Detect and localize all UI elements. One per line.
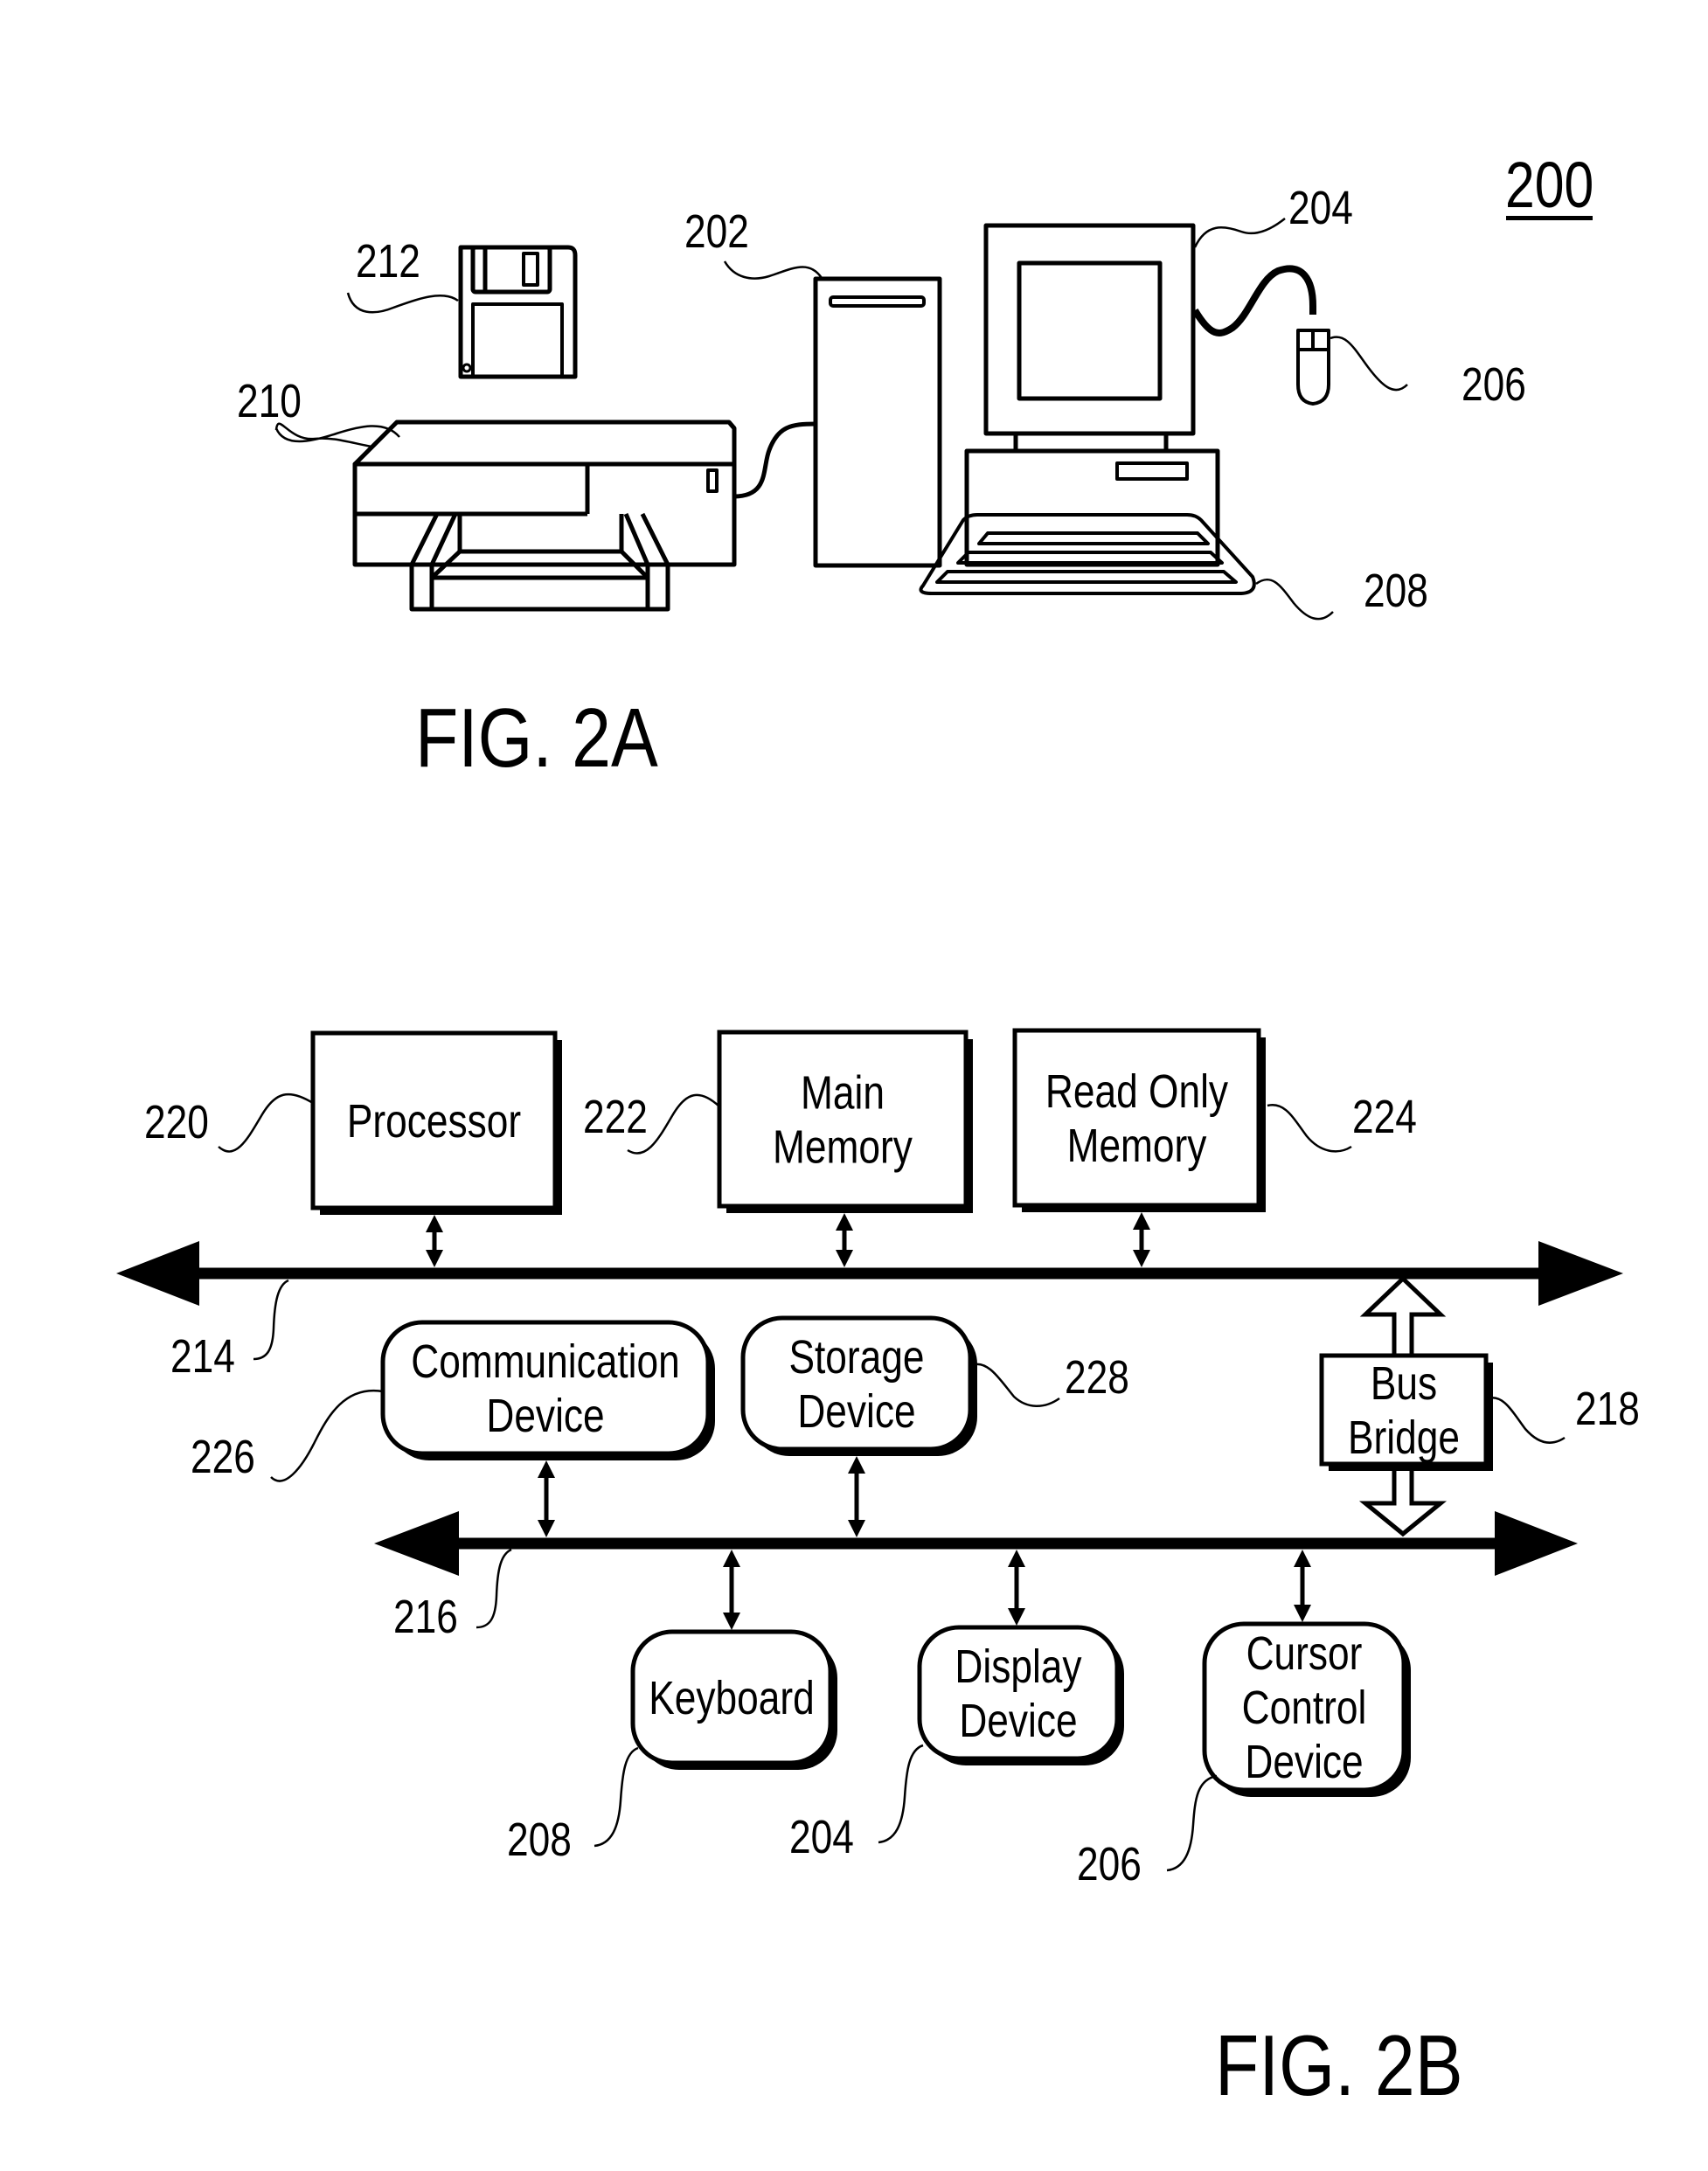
keyboard-icon: [919, 513, 1256, 595]
figure-2a-caption: FIG. 2A: [415, 690, 658, 784]
patent-drawing: 200 212 210 202 204 206 208 FIG. 2A Proc…: [116, 149, 1640, 2114]
label-206: 206: [1077, 1838, 1142, 1890]
printer-icon: [352, 420, 737, 612]
label-228: 228: [1065, 1351, 1129, 1404]
figure-reference-underline: [1506, 216, 1593, 220]
connector-arrow-206-head-down: [1294, 1605, 1311, 1622]
mouse-cable: [1191, 265, 1316, 336]
connector-arrow-228-head-up: [848, 1456, 865, 1474]
figure-2b-caption: FIG. 2B: [1215, 2018, 1463, 2113]
computer-tower-icon: [813, 276, 942, 568]
connector-arrow-226-head-up: [538, 1460, 555, 1478]
label-204: 204: [1288, 182, 1353, 234]
label-202: 202: [684, 205, 749, 258]
connector-arrow-220-head-up: [426, 1215, 443, 1232]
connector-arrow-204-head-up: [1008, 1550, 1025, 1567]
block-main-memory-text: Memory: [773, 1120, 913, 1173]
leader-224: [1267, 1103, 1352, 1153]
block-display-device-text: Device: [959, 1695, 1077, 1747]
connector-arrow-220-head-down: [426, 1250, 443, 1267]
block-bus-bridge-text: Bus: [1371, 1357, 1437, 1410]
block-keyboard-text: Keyboard: [649, 1672, 814, 1724]
block-communication-device-text: Communication: [411, 1335, 680, 1388]
leader-208: [1255, 578, 1334, 621]
label-204: 204: [789, 1811, 854, 1863]
connector-arrow-208-head-down: [723, 1613, 740, 1630]
leader-204: [1193, 218, 1286, 248]
label-210: 210: [237, 375, 302, 427]
block-storage-device-text: Device: [797, 1385, 915, 1438]
figure-2a: 200 212 210 202 204 206 208 FIG. 2A: [237, 149, 1593, 784]
label-214: 214: [170, 1330, 235, 1383]
block-cursor-control-device-text: Cursor: [1246, 1627, 1363, 1680]
printer-cable: [733, 421, 816, 499]
block-cursor-control-device-text: Control: [1242, 1682, 1367, 1734]
bus-bridge-arrow-down-icon: [1358, 1461, 1448, 1537]
block-storage-device-text: Storage: [788, 1331, 924, 1384]
leader-204: [878, 1744, 924, 1844]
leader-220: [218, 1092, 314, 1153]
leader-212: [346, 292, 459, 314]
block-processor-text: Processor: [347, 1095, 521, 1148]
block-main-memory-text: Main: [801, 1066, 885, 1119]
connector-arrow-222-head-up: [836, 1213, 853, 1231]
leader-228: [971, 1363, 1060, 1407]
connector-arrow-208-head-up: [723, 1550, 740, 1567]
lower-bus-left-arrow-icon: [374, 1511, 459, 1576]
label-208: 208: [1364, 565, 1428, 617]
mouse-icon: [1296, 329, 1330, 406]
label-222: 222: [583, 1091, 648, 1143]
figure-2b: Processor220MainMemory222 Read OnlyMemory…: [116, 1028, 1640, 2114]
figure-reference-number: 200: [1505, 149, 1593, 221]
connector-arrow-222-head-down: [836, 1250, 853, 1267]
leader-226: [270, 1389, 384, 1482]
floppy-disk-icon: [458, 245, 578, 379]
leader-206: [1330, 336, 1408, 392]
bus-bridge-arrow-up-icon: [1359, 1275, 1447, 1358]
block-read-only-memory-text: Memory: [1067, 1120, 1207, 1172]
upper-bus-left-arrow-icon: [116, 1241, 199, 1306]
leader-206: [1166, 1774, 1218, 1872]
upper-bus-right-arrow-icon: [1538, 1241, 1623, 1306]
leader-202: [723, 260, 823, 280]
block-read-only-memory-text: Read Only: [1045, 1065, 1228, 1118]
label-216: 216: [393, 1591, 458, 1643]
block-bus-bridge-text: Bridge: [1348, 1411, 1460, 1464]
block-communication-device-text: Device: [486, 1390, 604, 1442]
label-206: 206: [1462, 358, 1526, 411]
label-208: 208: [507, 1814, 572, 1866]
connector-arrow-228-head-down: [848, 1520, 865, 1537]
block-display-device-text: Display: [955, 1640, 1081, 1693]
leader-208: [594, 1746, 639, 1848]
connector-arrow-224-head-up: [1133, 1212, 1150, 1230]
connector-arrow-204-head-down: [1008, 1608, 1025, 1626]
leader-214: [253, 1279, 289, 1361]
connector-arrow-206-head-up: [1294, 1550, 1311, 1567]
lower-bus-right-arrow-icon: [1495, 1511, 1578, 1576]
connector-arrow-224-head-down: [1133, 1250, 1150, 1267]
label-226: 226: [191, 1431, 255, 1483]
label-224: 224: [1352, 1091, 1417, 1143]
leader-216: [476, 1548, 512, 1629]
label-220: 220: [144, 1096, 209, 1148]
leader-218: [1487, 1396, 1566, 1444]
connector-arrow-226-head-down: [538, 1520, 555, 1537]
label-212: 212: [356, 235, 420, 288]
label-218: 218: [1575, 1383, 1640, 1435]
block-cursor-control-device-text: Device: [1245, 1736, 1363, 1788]
